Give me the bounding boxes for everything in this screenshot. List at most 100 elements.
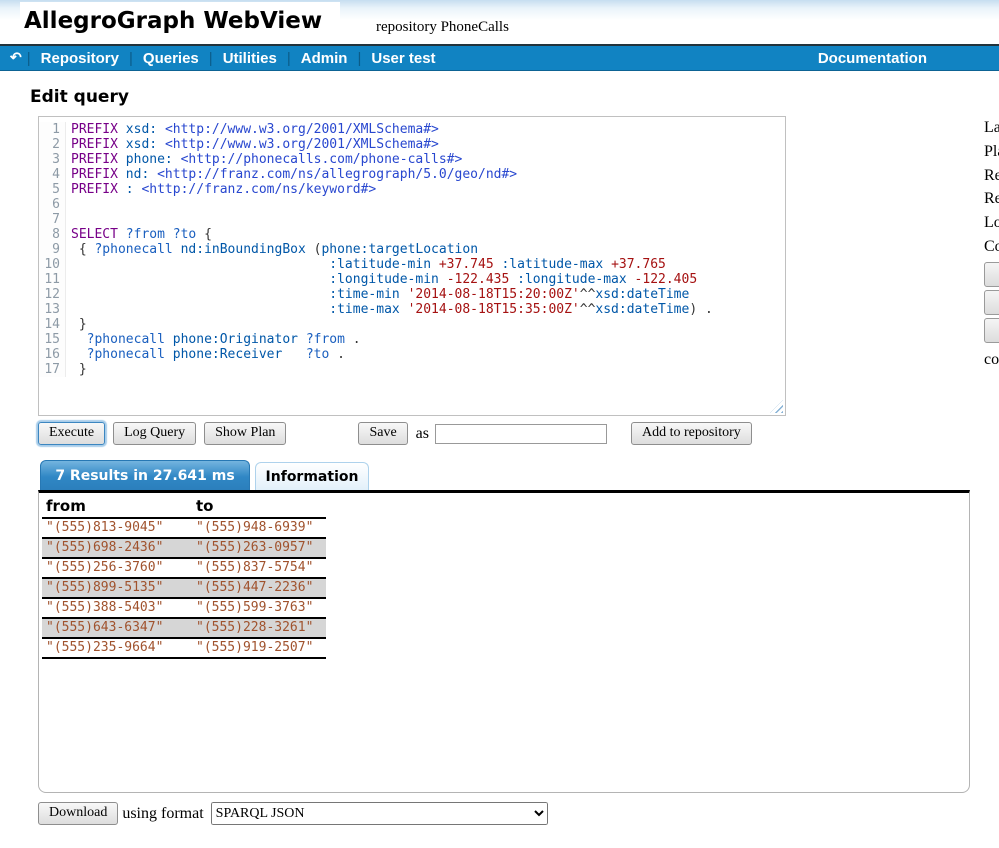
tab-information[interactable]: Information [255, 462, 369, 490]
line-number: 1 [39, 122, 66, 137]
result-cell: "(555)388-5403" [42, 598, 192, 618]
nav-separator: | [357, 50, 361, 67]
show-namespaces-button[interactable]: Show namespaces [984, 262, 999, 287]
line-number: 9 [39, 242, 66, 257]
line-number: 15 [39, 332, 66, 347]
results-body: "(555)813-9045""(555)948-6939""(555)698-… [42, 518, 326, 658]
add-to-repository-button[interactable]: Add to repository [631, 422, 752, 445]
nav-item-utilities[interactable]: Utilities [223, 50, 277, 67]
table-row[interactable]: "(555)256-3760""(555)837-5754" [42, 558, 326, 578]
log-query-button[interactable]: Log Query [113, 422, 196, 445]
language-label: Language: [984, 119, 999, 137]
checkbox-label: Long parts [984, 214, 999, 232]
checkbox-label: Contexts [984, 238, 999, 256]
code-line[interactable]: } [66, 362, 87, 377]
results-tabs: 7 Results in 27.641 ms Information [40, 460, 970, 490]
code-line[interactable]: PREFIX xsd: <http://www.w3.org/2001/XMLS… [66, 122, 439, 137]
table-row[interactable]: "(555)643-6347""(555)228-3261" [42, 618, 326, 638]
code-line[interactable]: PREFIX xsd: <http://www.w3.org/2001/XMLS… [66, 137, 439, 152]
save-as-input[interactable] [435, 424, 607, 444]
add-a-namespace-button[interactable]: add a namespace [984, 290, 999, 315]
as-label: as [416, 425, 429, 443]
table-row[interactable]: "(555)813-9045""(555)948-6939" [42, 518, 326, 538]
format-select[interactable]: SPARQL JSON [211, 802, 548, 825]
query-editor[interactable]: 1PREFIX xsd: <http://www.w3.org/2001/XML… [38, 116, 786, 416]
result-cell: "(555)235-9664" [42, 638, 192, 658]
code-line[interactable]: SELECT ?from ?to { [66, 227, 212, 242]
tab-results[interactable]: 7 Results in 27.641 ms [40, 460, 250, 490]
line-number: 17 [39, 362, 66, 377]
line-number: 8 [39, 227, 66, 242]
code-line[interactable]: :time-max '2014-08-18T15:35:00Z'^^xsd:da… [66, 302, 713, 317]
line-number: 5 [39, 182, 66, 197]
result-cell: "(555)919-2507" [192, 638, 326, 658]
table-row[interactable]: "(555)899-5135""(555)447-2236" [42, 578, 326, 598]
results-table: fromto "(555)813-9045""(555)948-6939""(5… [42, 496, 326, 659]
nav-item-queries[interactable]: Queries [143, 50, 199, 67]
resize-handle-icon[interactable] [770, 400, 783, 413]
nav-item-admin[interactable]: Admin [301, 50, 348, 67]
nav-separator: | [287, 50, 291, 67]
code-line[interactable]: ?phonecall phone:Originator ?from . [66, 332, 361, 347]
edit-initfile-button[interactable]: edit initfile [984, 318, 999, 343]
result-cell: "(555)899-5135" [42, 578, 192, 598]
code-line[interactable]: :longitude-min -122.435 :longitude-max -… [66, 272, 697, 287]
download-button[interactable]: Download [38, 802, 118, 825]
namespace-buttons: Show namespaces add a namespace edit initf… [984, 262, 999, 343]
code-line[interactable]: } [66, 317, 87, 332]
code-line[interactable]: PREFIX : <http://franz.com/ns/keyword#> [66, 182, 376, 197]
result-cell: "(555)948-6939" [192, 518, 326, 538]
nav-separator: | [129, 50, 133, 67]
code-line[interactable]: :time-min '2014-08-18T15:20:00Z'^^xsd:da… [66, 287, 689, 302]
line-number: 13 [39, 302, 66, 317]
line-number: 16 [39, 347, 66, 362]
app-header: AllegroGraph WebView repository PhoneCal… [0, 0, 999, 44]
code-line[interactable]: ?phonecall phone:Receiver ?to . [66, 347, 345, 362]
table-row[interactable]: "(555)235-9664""(555)919-2507" [42, 638, 326, 658]
line-number: 6 [39, 197, 66, 212]
line-number: 14 [39, 317, 66, 332]
results-header-row: fromto [42, 496, 326, 518]
column-header-to: to [192, 496, 326, 518]
main-content: Edit query 1PREFIX xsd: <http://www.w3.o… [0, 87, 999, 825]
copy-link-to-query[interactable]: copy link to query [984, 351, 999, 369]
result-limit-label: Result limit: [984, 167, 999, 185]
code-line[interactable]: PREFIX phone: <http://phonecalls.com/pho… [66, 152, 462, 167]
back-arrow-icon[interactable]: ↶ [10, 49, 22, 66]
app-title: AllegroGraph WebView [20, 2, 340, 38]
execute-button[interactable]: Execute [38, 422, 105, 445]
code-line[interactable] [66, 212, 79, 227]
results-panel: fromto "(555)813-9045""(555)948-6939""(5… [38, 490, 970, 793]
using-format-label: using format [122, 805, 203, 823]
line-number: 11 [39, 272, 66, 287]
show-plan-button[interactable]: Show Plan [204, 422, 286, 445]
page-title: Edit query [30, 87, 999, 107]
code-line[interactable] [66, 197, 79, 212]
result-cell: "(555)698-2436" [42, 538, 192, 558]
table-row[interactable]: "(555)698-2436""(555)263-0957" [42, 538, 326, 558]
result-cell: "(555)813-9045" [42, 518, 192, 538]
result-cell: "(555)599-3763" [192, 598, 326, 618]
checkbox-label: Reasoning [984, 190, 999, 208]
result-cell: "(555)447-2236" [192, 578, 326, 598]
nav-item-user-test[interactable]: User test [371, 50, 435, 67]
result-cell: "(555)263-0957" [192, 538, 326, 558]
code-line[interactable]: PREFIX nd: <http://franz.com/ns/allegrog… [66, 167, 517, 182]
query-options-sidebar: Language: SPARQL Planner: default Result… [984, 116, 999, 369]
code-line[interactable]: :latitude-min +37.745 :latitude-max +37.… [66, 257, 666, 272]
nav-separator: | [27, 50, 31, 67]
line-number: 4 [39, 167, 66, 182]
query-toolbar: Execute Log Query Show Plan Save as Add … [38, 422, 970, 445]
nav-menu: |Repository|Queries|Utilities|Admin|User… [26, 50, 445, 67]
result-cell: "(555)228-3261" [192, 618, 326, 638]
line-number: 3 [39, 152, 66, 167]
editor-lines: 1PREFIX xsd: <http://www.w3.org/2001/XML… [39, 122, 785, 377]
line-number: 10 [39, 257, 66, 272]
nav-bar: ↶ |Repository|Queries|Utilities|Admin|Us… [0, 44, 999, 71]
save-button[interactable]: Save [358, 422, 407, 445]
nav-item-documentation[interactable]: Documentation [818, 50, 927, 67]
planner-label: Planner: [984, 143, 999, 161]
table-row[interactable]: "(555)388-5403""(555)599-3763" [42, 598, 326, 618]
nav-item-repository[interactable]: Repository [41, 50, 119, 67]
code-line[interactable]: { ?phonecall nd:inBoundingBox (phone:tar… [66, 242, 478, 257]
